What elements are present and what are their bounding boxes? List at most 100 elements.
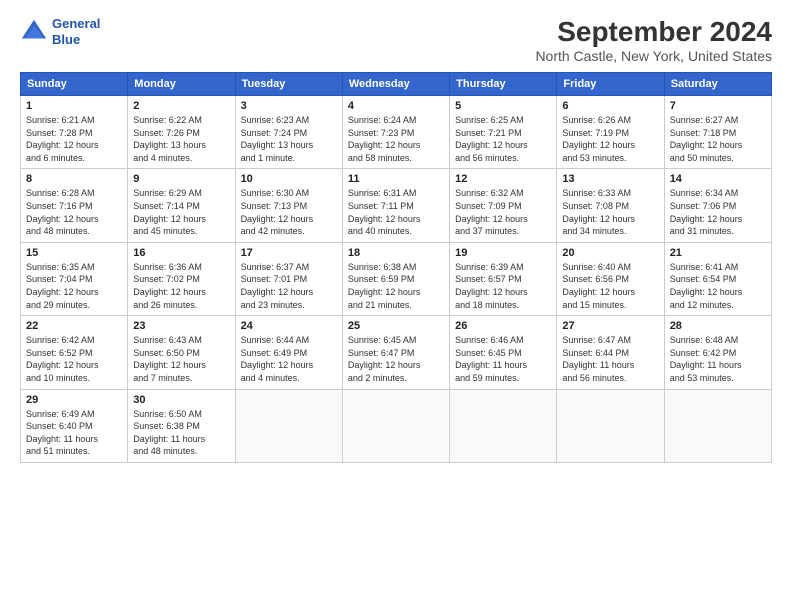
calendar-cell: 21 Sunrise: 6:41 AM Sunset: 6:54 PM Dayli… [664, 242, 771, 315]
calendar-title: September 2024 [535, 16, 772, 48]
day-number: 28 [670, 320, 766, 332]
page: General Blue September 2024 North Castle… [0, 0, 792, 612]
calendar-cell: 8 Sunrise: 6:28 AM Sunset: 7:16 PM Daylig… [21, 169, 128, 242]
day-number: 17 [241, 247, 337, 259]
calendar-cell: 9Sunrise: 6:29 AM Sunset: 7:14 PM Daylig… [128, 169, 235, 242]
day-number: 21 [670, 247, 766, 259]
calendar-cell: 15 Sunrise: 6:35 AM Sunset: 7:04 PM Dayli… [21, 242, 128, 315]
day-info: Sunrise: 6:33 AM Sunset: 7:08 PM Dayligh… [562, 187, 658, 237]
day-info: Sunrise: 6:47 AM Sunset: 6:44 PM Dayligh… [562, 334, 658, 384]
calendar-table: SundayMondayTuesdayWednesdayThursdayFrid… [20, 72, 772, 463]
day-number: 1 [26, 100, 122, 112]
calendar-week-5: 29 Sunrise: 6:49 AM Sunset: 6:40 PM Dayli… [21, 389, 772, 462]
day-number: 30 [133, 394, 229, 406]
day-number: 27 [562, 320, 658, 332]
calendar-cell [557, 389, 664, 462]
calendar-cell: 23 Sunrise: 6:43 AM Sunset: 6:50 PM Dayli… [128, 316, 235, 389]
day-number: 14 [670, 173, 766, 185]
day-info: Sunrise: 6:48 AM Sunset: 6:42 PM Dayligh… [670, 334, 766, 384]
day-number: 4 [348, 100, 444, 112]
day-info: Sunrise: 6:29 AM Sunset: 7:14 PM Dayligh… [133, 187, 229, 237]
column-header-tuesday: Tuesday [235, 73, 342, 96]
calendar-cell: 3 Sunrise: 6:23 AM Sunset: 7:24 PM Daylig… [235, 96, 342, 169]
day-number: 19 [455, 247, 551, 259]
calendar-week-4: 22 Sunrise: 6:42 AM Sunset: 6:52 PM Dayli… [21, 316, 772, 389]
calendar-cell: 30 Sunrise: 6:50 AM Sunset: 6:38 PM Dayli… [128, 389, 235, 462]
day-info: Sunrise: 6:43 AM Sunset: 6:50 PM Dayligh… [133, 334, 229, 384]
calendar-cell [450, 389, 557, 462]
calendar-cell: 26Sunrise: 6:46 AM Sunset: 6:45 PM Dayli… [450, 316, 557, 389]
day-info: Sunrise: 6:27 AM Sunset: 7:18 PM Dayligh… [670, 114, 766, 164]
day-number: 23 [133, 320, 229, 332]
day-info: Sunrise: 6:24 AM Sunset: 7:23 PM Dayligh… [348, 114, 444, 164]
calendar-cell [342, 389, 449, 462]
calendar-cell: 6 Sunrise: 6:26 AM Sunset: 7:19 PM Daylig… [557, 96, 664, 169]
title-block: September 2024 North Castle, New York, U… [535, 16, 772, 64]
column-header-thursday: Thursday [450, 73, 557, 96]
day-info: Sunrise: 6:37 AM Sunset: 7:01 PM Dayligh… [241, 261, 337, 311]
calendar-cell: 28 Sunrise: 6:48 AM Sunset: 6:42 PM Dayli… [664, 316, 771, 389]
calendar-cell: 4 Sunrise: 6:24 AM Sunset: 7:23 PM Daylig… [342, 96, 449, 169]
day-number: 16 [133, 247, 229, 259]
calendar-week-1: 1 Sunrise: 6:21 AM Sunset: 7:28 PM Daylig… [21, 96, 772, 169]
day-info: Sunrise: 6:31 AM Sunset: 7:11 PM Dayligh… [348, 187, 444, 237]
calendar-cell: 29 Sunrise: 6:49 AM Sunset: 6:40 PM Dayli… [21, 389, 128, 462]
day-number: 6 [562, 100, 658, 112]
calendar-cell [664, 389, 771, 462]
calendar-cell: 16 Sunrise: 6:36 AM Sunset: 7:02 PM Dayli… [128, 242, 235, 315]
day-info: Sunrise: 6:32 AM Sunset: 7:09 PM Dayligh… [455, 187, 551, 237]
calendar-cell: 25Sunrise: 6:45 AM Sunset: 6:47 PM Dayli… [342, 316, 449, 389]
calendar-cell: 2 Sunrise: 6:22 AM Sunset: 7:26 PM Daylig… [128, 96, 235, 169]
day-info: Sunrise: 6:25 AM Sunset: 7:21 PM Dayligh… [455, 114, 551, 164]
calendar-week-2: 8 Sunrise: 6:28 AM Sunset: 7:16 PM Daylig… [21, 169, 772, 242]
day-info: Sunrise: 6:26 AM Sunset: 7:19 PM Dayligh… [562, 114, 658, 164]
calendar-header-row: SundayMondayTuesdayWednesdayThursdayFrid… [21, 73, 772, 96]
day-info: Sunrise: 6:35 AM Sunset: 7:04 PM Dayligh… [26, 261, 122, 311]
day-number: 11 [348, 173, 444, 185]
calendar-cell: 10Sunrise: 6:30 AM Sunset: 7:13 PM Dayli… [235, 169, 342, 242]
calendar-cell: 19 Sunrise: 6:39 AM Sunset: 6:57 PM Dayli… [450, 242, 557, 315]
calendar-cell: 7 Sunrise: 6:27 AM Sunset: 7:18 PM Daylig… [664, 96, 771, 169]
day-info: Sunrise: 6:42 AM Sunset: 6:52 PM Dayligh… [26, 334, 122, 384]
day-number: 26 [455, 320, 551, 332]
calendar-cell: 24 Sunrise: 6:44 AM Sunset: 6:49 PM Dayli… [235, 316, 342, 389]
day-info: Sunrise: 6:50 AM Sunset: 6:38 PM Dayligh… [133, 408, 229, 458]
column-header-sunday: Sunday [21, 73, 128, 96]
logo: General Blue [20, 16, 100, 47]
day-number: 24 [241, 320, 337, 332]
day-number: 8 [26, 173, 122, 185]
day-info: Sunrise: 6:41 AM Sunset: 6:54 PM Dayligh… [670, 261, 766, 311]
day-info: Sunrise: 6:36 AM Sunset: 7:02 PM Dayligh… [133, 261, 229, 311]
calendar-cell: 17 Sunrise: 6:37 AM Sunset: 7:01 PM Dayli… [235, 242, 342, 315]
column-header-monday: Monday [128, 73, 235, 96]
day-info: Sunrise: 6:28 AM Sunset: 7:16 PM Dayligh… [26, 187, 122, 237]
calendar-cell [235, 389, 342, 462]
calendar-cell: 5Sunrise: 6:25 AM Sunset: 7:21 PM Daylig… [450, 96, 557, 169]
day-number: 22 [26, 320, 122, 332]
calendar-cell: 12 Sunrise: 6:32 AM Sunset: 7:09 PM Dayli… [450, 169, 557, 242]
calendar-cell: 11 Sunrise: 6:31 AM Sunset: 7:11 PM Dayli… [342, 169, 449, 242]
day-number: 3 [241, 100, 337, 112]
day-info: Sunrise: 6:23 AM Sunset: 7:24 PM Dayligh… [241, 114, 337, 164]
day-info: Sunrise: 6:22 AM Sunset: 7:26 PM Dayligh… [133, 114, 229, 164]
calendar-cell: 13 Sunrise: 6:33 AM Sunset: 7:08 PM Dayli… [557, 169, 664, 242]
day-number: 29 [26, 394, 122, 406]
calendar-cell: 20Sunrise: 6:40 AM Sunset: 6:56 PM Dayli… [557, 242, 664, 315]
day-number: 15 [26, 247, 122, 259]
calendar-cell: 14Sunrise: 6:34 AM Sunset: 7:06 PM Dayli… [664, 169, 771, 242]
day-number: 7 [670, 100, 766, 112]
day-number: 18 [348, 247, 444, 259]
day-info: Sunrise: 6:44 AM Sunset: 6:49 PM Dayligh… [241, 334, 337, 384]
calendar-week-3: 15 Sunrise: 6:35 AM Sunset: 7:04 PM Dayli… [21, 242, 772, 315]
day-info: Sunrise: 6:39 AM Sunset: 6:57 PM Dayligh… [455, 261, 551, 311]
day-info: Sunrise: 6:21 AM Sunset: 7:28 PM Dayligh… [26, 114, 122, 164]
column-header-saturday: Saturday [664, 73, 771, 96]
day-number: 12 [455, 173, 551, 185]
day-info: Sunrise: 6:30 AM Sunset: 7:13 PM Dayligh… [241, 187, 337, 237]
day-info: Sunrise: 6:49 AM Sunset: 6:40 PM Dayligh… [26, 408, 122, 458]
header: General Blue September 2024 North Castle… [20, 16, 772, 64]
day-number: 25 [348, 320, 444, 332]
day-number: 20 [562, 247, 658, 259]
day-number: 13 [562, 173, 658, 185]
day-number: 2 [133, 100, 229, 112]
